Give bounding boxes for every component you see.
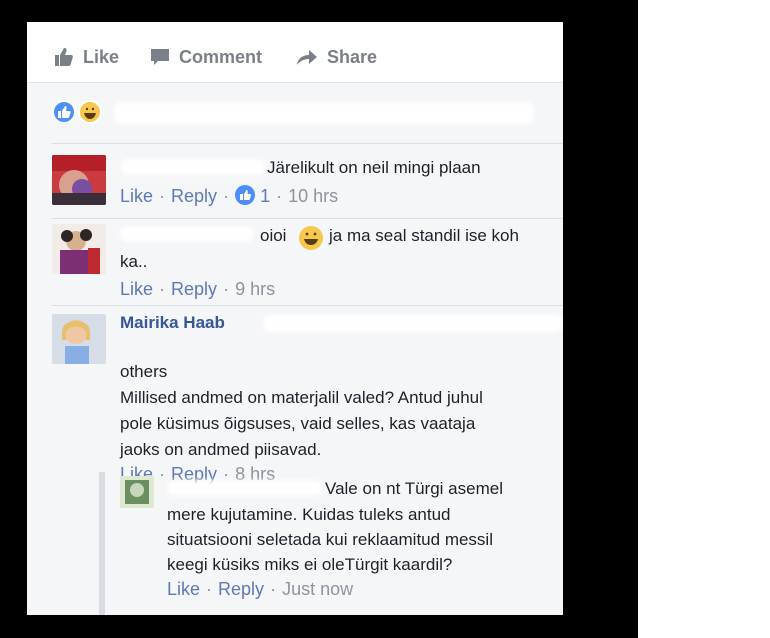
comment-like-link[interactable]: Like	[120, 279, 153, 299]
reaction-summary[interactable]	[52, 98, 552, 128]
reply-text-line-4: keegi küsiks miks ei oleTürgit kaardil?	[167, 555, 453, 574]
avatar	[120, 476, 154, 508]
like-label: Like	[83, 46, 120, 67]
redacted-name	[120, 226, 254, 242]
comment-reply-link[interactable]: Reply	[171, 186, 217, 206]
reply-like-link[interactable]: Like	[167, 579, 200, 599]
separator-dot: ·	[223, 186, 230, 206]
comment-meta: Like · Reply · 9 hrs	[120, 279, 275, 300]
post-action-bar: Like Comment Share	[27, 22, 563, 83]
comment-action-button[interactable]: Comment	[149, 44, 262, 70]
comment-text-start: oioi	[260, 226, 287, 245]
share-icon	[297, 50, 317, 65]
divider	[52, 143, 563, 144]
reply-text-line-2: mere kujutamine. Kuidas tuleks antud	[167, 505, 451, 524]
like-count[interactable]: 1	[260, 186, 270, 206]
comment-2: oioi ja ma seal standil ise koh ka.. Lik…	[27, 218, 563, 306]
comment-icon	[151, 49, 169, 65]
comment-others[interactable]: others	[120, 359, 167, 385]
haha-emoji-icon	[299, 226, 323, 250]
separator-dot: ·	[206, 579, 213, 599]
comment-text-line-1: Millised andmed on materjalil valed? Ant…	[120, 388, 483, 407]
redacted-reaction-names	[114, 102, 534, 124]
redacted-name	[120, 159, 265, 175]
reply-time[interactable]: Just now	[282, 579, 353, 599]
redacted-mention	[263, 314, 563, 332]
reply-comment: Vale on nt Türgi asemel mere kujutamine.…	[27, 472, 563, 615]
comment-like-link[interactable]: Like	[120, 186, 153, 206]
comment-text-line-2: pole küsimus õigsuses, vaid selles, kas …	[120, 414, 476, 433]
avatar	[52, 314, 106, 364]
comment-meta: Like · Reply · 1 · 10 hrs	[120, 185, 338, 207]
comment-time[interactable]: 9 hrs	[235, 279, 275, 299]
commenter-name[interactable]: Mairika Haab	[120, 313, 225, 333]
redacted-name	[167, 480, 322, 496]
comment-text-line-3: jaoks on andmed piisavad.	[120, 440, 322, 459]
share-label: Share	[327, 46, 378, 67]
comment-text-end: ka..	[120, 252, 148, 271]
comment-1: Järelikult on neil mingi plaan Like · Repl…	[27, 149, 563, 219]
reply-text-line-1: Vale on nt Türgi asemel	[325, 479, 503, 498]
haha-reaction-icon	[78, 100, 102, 124]
comment-time[interactable]: 10 hrs	[288, 186, 338, 206]
separator-dot: ·	[159, 186, 166, 206]
comment-reply-link[interactable]: Reply	[171, 279, 217, 299]
separator-dot: ·	[159, 279, 166, 299]
like-reaction-icon	[52, 100, 76, 124]
avatar	[52, 155, 106, 205]
like-action-button[interactable]: Like	[53, 44, 119, 70]
share-action-button[interactable]: Share	[295, 44, 377, 70]
reply-reply-link[interactable]: Reply	[218, 579, 264, 599]
facebook-comment-card: Like Comment Share Järelikult on neil mi…	[27, 22, 563, 615]
reply-meta: Like · Reply · Just now	[167, 579, 353, 600]
comment-label: Comment	[179, 46, 263, 67]
thumbs-up-icon	[55, 48, 73, 66]
reply-text-line-3: situatsiooni seletada kui reklaamitud me…	[167, 530, 493, 549]
avatar	[52, 224, 106, 274]
separator-dot: ·	[270, 579, 277, 599]
comment-text: Järelikult on neil mingi plaan	[267, 158, 481, 177]
comment-text-continued: ja ma seal standil ise koh	[329, 226, 519, 245]
comment-3: Mairika Haab others Millised andmed on m…	[27, 306, 563, 484]
like-count-icon[interactable]	[235, 185, 256, 205]
separator-dot: ·	[276, 186, 283, 206]
separator-dot: ·	[223, 279, 230, 299]
